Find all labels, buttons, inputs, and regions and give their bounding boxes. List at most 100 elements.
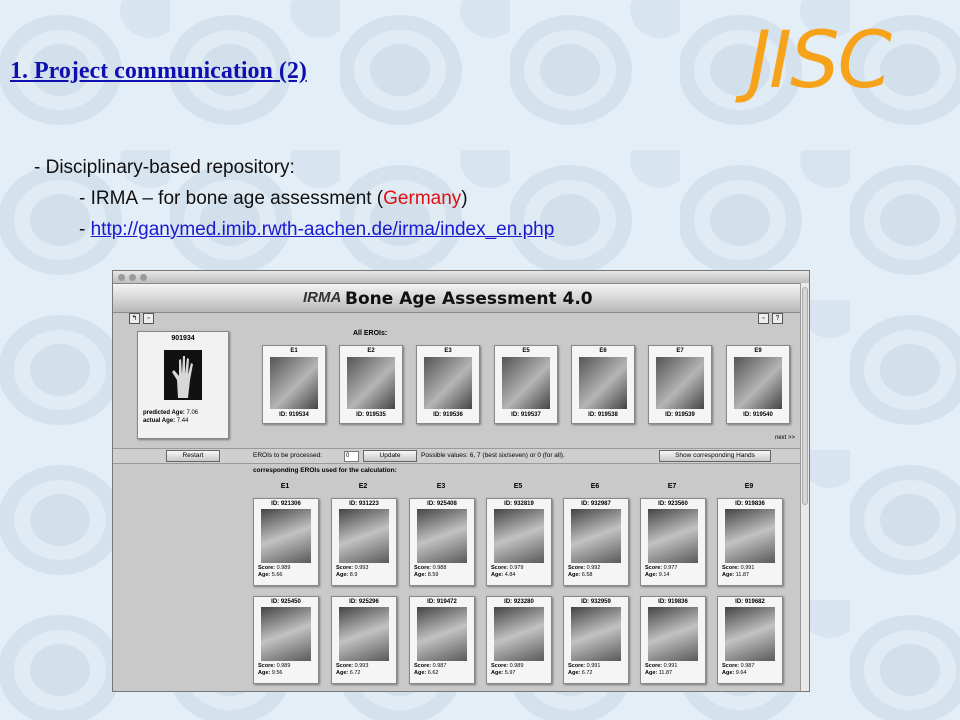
minimize-dot-icon[interactable] — [129, 274, 136, 281]
patient-ages: predicted Age: 7.06 actual Age: 7.44 — [143, 409, 198, 425]
eroi-card[interactable]: E9 ID: 919540 — [726, 345, 790, 424]
score-label: Score: — [336, 663, 354, 669]
jisc-logo: JISC — [748, 16, 892, 106]
all-erois-label: All EROIs: — [353, 330, 388, 337]
scrollbar-thumb[interactable] — [802, 287, 808, 505]
patient-card[interactable]: 901934 predicted Age: 7.06 actual Age: 7… — [137, 331, 229, 439]
eroi-xray-image — [424, 357, 472, 409]
eroi-card[interactable]: E1 ID: 919534 — [262, 345, 326, 424]
score-label: Score: — [414, 565, 432, 571]
age-row: Age: 6.72 — [568, 670, 628, 677]
result-card[interactable]: ID: 932819 Score: 0.979 Age: 4.84 — [486, 498, 552, 586]
result-xray-image — [494, 509, 544, 563]
result-meta: Score: 0.992 Age: 6.58 — [568, 565, 628, 579]
age-value: 8.9 — [349, 572, 358, 578]
result-card[interactable]: ID: 923280 Score: 0.989 Age: 5.97 — [486, 596, 552, 684]
eroi-id: ID: 919537 — [511, 412, 541, 418]
age-row: Age: 11.87 — [645, 670, 705, 677]
result-card[interactable]: ID: 919836 Score: 0.991 Age: 11.87 — [640, 596, 706, 684]
update-button[interactable]: Update — [363, 450, 417, 462]
eroi-card[interactable]: E7 ID: 919539 — [648, 345, 712, 424]
result-id: ID: 931223 — [349, 501, 379, 507]
score-label: Score: — [491, 565, 509, 571]
show-hands-button[interactable]: Show corresponding Hands — [659, 450, 771, 462]
eroi-id: ID: 919538 — [588, 412, 618, 418]
result-card[interactable]: ID: 932987 Score: 0.992 Age: 6.58 — [563, 498, 629, 586]
eroi-card[interactable]: E3 ID: 919536 — [416, 345, 480, 424]
score-label: Score: — [645, 565, 663, 571]
age-label: Age: — [336, 572, 349, 578]
result-card[interactable]: ID: 919682 Score: 0.987 Age: 9.64 — [717, 596, 783, 684]
eroi-label: E3 — [444, 348, 452, 354]
result-card[interactable]: ID: 925296 Score: 0.993 Age: 6.72 — [331, 596, 397, 684]
result-meta: Score: 0.987 Age: 9.64 — [722, 663, 782, 677]
result-xray-image — [571, 509, 621, 563]
age-label: Age: — [645, 670, 658, 676]
bullet-url-dash: - — [79, 219, 91, 240]
result-xray-image — [571, 607, 621, 661]
eroi-id: ID: 919539 — [665, 412, 695, 418]
score-row: Score: 0.992 — [568, 565, 628, 572]
result-column-header: E2 — [358, 483, 368, 490]
age-row: Age: 6.72 — [336, 670, 396, 677]
result-card[interactable]: ID: 919472 Score: 0.987 Age: 6.62 — [409, 596, 475, 684]
score-row: Score: 0.988 — [414, 565, 474, 572]
settings-icon[interactable]: ▫ — [758, 313, 769, 324]
result-card[interactable]: ID: 932959 Score: 0.991 Age: 6.72 — [563, 596, 629, 684]
eroi-xray-image — [656, 357, 704, 409]
result-column-header: E5 — [513, 483, 523, 490]
score-value: 0.987 — [740, 663, 755, 669]
bullet-irma-text: - IRMA – for bone age assessment ( — [79, 188, 384, 209]
result-card[interactable]: ID: 925450 Score: 0.989 Age: 9.56 — [253, 596, 319, 684]
slide-title: 1. Project communication (2) — [10, 58, 307, 84]
control-row: Restart EROIs to be processed: 0 Update … — [113, 448, 801, 464]
eroi-label: E5 — [522, 348, 530, 354]
vertical-scrollbar[interactable] — [800, 283, 809, 691]
irma-screenshot-window: IRMA Bone Age Assessment 4.0 ↰ ▫ ▫ ? 901… — [112, 270, 810, 692]
eroi-label: E9 — [754, 348, 762, 354]
eroi-id: ID: 919534 — [279, 412, 309, 418]
app-header: IRMA Bone Age Assessment 4.0 — [113, 284, 809, 313]
score-row: Score: 0.991 — [722, 565, 782, 572]
result-card[interactable]: ID: 931223 Score: 0.993 Age: 8.9 — [331, 498, 397, 586]
eroi-count-input[interactable]: 0 — [344, 451, 359, 462]
result-card[interactable]: ID: 921306 Score: 0.989 Age: 5.66 — [253, 498, 319, 586]
age-row: Age: 9.14 — [645, 572, 705, 579]
print-icon[interactable]: ▫ — [143, 313, 154, 324]
result-meta: Score: 0.979 Age: 4.84 — [491, 565, 551, 579]
score-value: 0.991 — [740, 565, 755, 571]
result-card[interactable]: ID: 925408 Score: 0.988 Age: 8.59 — [409, 498, 475, 586]
result-card[interactable]: ID: 923560 Score: 0.977 Age: 9.14 — [640, 498, 706, 586]
age-label: Age: — [491, 670, 504, 676]
irma-link[interactable]: http://ganymed.imib.rwth-aachen.de/irma/… — [91, 219, 555, 240]
eroi-xray-image — [347, 357, 395, 409]
result-xray-image — [261, 607, 311, 661]
score-value: 0.979 — [509, 565, 524, 571]
age-row: Age: 9.56 — [258, 670, 318, 677]
result-meta: Score: 0.991 Age: 11.87 — [645, 663, 705, 677]
next-link[interactable]: next >> — [775, 435, 795, 441]
result-id: ID: 919682 — [735, 599, 765, 605]
score-value: 0.993 — [354, 663, 369, 669]
age-value: 6.72 — [581, 670, 593, 676]
eroi-card[interactable]: E6 ID: 919538 — [571, 345, 635, 424]
eroi-xray-image — [734, 357, 782, 409]
restart-button[interactable]: Restart — [166, 450, 220, 462]
help-icon[interactable]: ? — [772, 313, 783, 324]
zoom-dot-icon[interactable] — [140, 274, 147, 281]
age-label: Age: — [568, 572, 581, 578]
age-row: Age: 5.97 — [491, 670, 551, 677]
result-card[interactable]: ID: 919836 Score: 0.991 Age: 11.87 — [717, 498, 783, 586]
result-id: ID: 919836 — [658, 599, 688, 605]
eroi-card[interactable]: E2 ID: 919535 — [339, 345, 403, 424]
score-row: Score: 0.993 — [336, 565, 396, 572]
score-label: Score: — [568, 565, 586, 571]
bullet-irma-close: ) — [461, 188, 468, 209]
score-label: Score: — [722, 565, 740, 571]
back-icon[interactable]: ↰ — [129, 313, 140, 324]
process-label: EROIs to be processed: — [253, 452, 323, 459]
eroi-card[interactable]: E5 ID: 919537 — [494, 345, 558, 424]
score-value: 0.991 — [586, 663, 601, 669]
close-dot-icon[interactable] — [118, 274, 125, 281]
predicted-age-label: predicted Age: — [143, 410, 185, 416]
